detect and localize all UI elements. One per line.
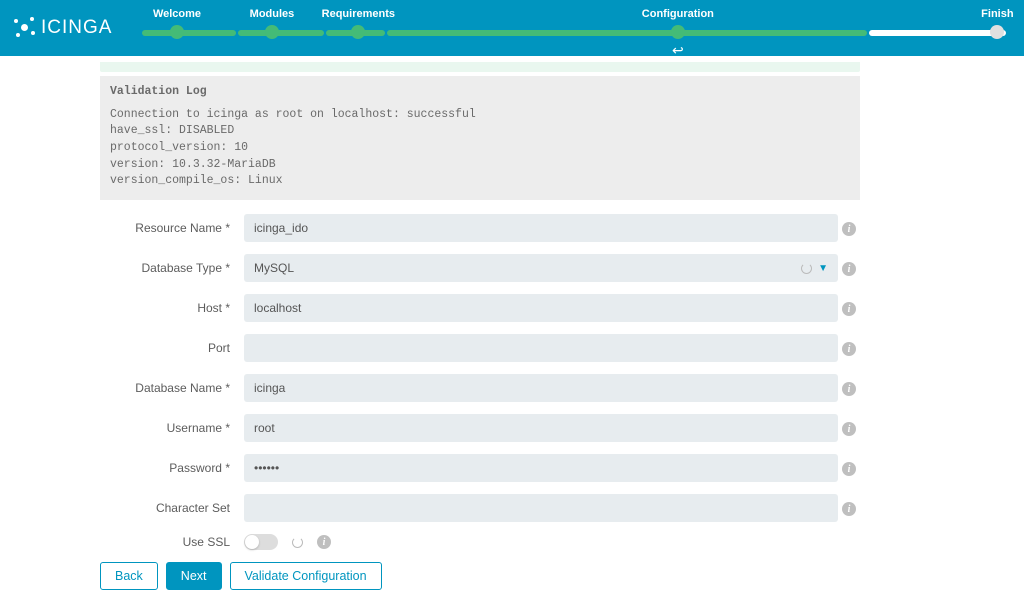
password-input[interactable]: [244, 454, 838, 482]
step-modules[interactable]: Modules: [250, 8, 295, 20]
character-set-label: Character Set: [100, 501, 244, 515]
info-icon[interactable]: i: [842, 222, 856, 236]
database-type-value: MySQL: [254, 261, 294, 275]
logo-icon: [14, 17, 36, 39]
database-type-label: Database Type *: [100, 261, 244, 275]
resource-name-label: Resource Name *: [100, 221, 244, 235]
validation-log-title: Validation Log: [110, 84, 850, 101]
database-name-label: Database Name *: [100, 381, 244, 395]
loading-icon: [801, 263, 812, 274]
next-button[interactable]: Next: [166, 562, 222, 590]
username-label: Username *: [100, 421, 244, 435]
info-icon[interactable]: i: [842, 302, 856, 316]
info-icon[interactable]: i: [842, 262, 856, 276]
step-finish[interactable]: Finish: [981, 8, 1013, 20]
info-icon[interactable]: i: [842, 462, 856, 476]
database-name-input[interactable]: [244, 374, 838, 402]
validation-log-line: have_ssl: DISABLED: [110, 123, 850, 140]
step-node-requirements: [351, 25, 365, 39]
validation-log-line: version_compile_os: Linux: [110, 173, 850, 190]
back-button[interactable]: Back: [100, 562, 158, 590]
info-icon[interactable]: i: [842, 502, 856, 516]
validation-log-line: protocol_version: 10: [110, 140, 850, 157]
validation-log-line: Connection to icinga as root on localhos…: [110, 107, 850, 124]
step-requirements[interactable]: Requirements: [322, 8, 395, 20]
port-input[interactable]: [244, 334, 838, 362]
info-icon[interactable]: i: [842, 382, 856, 396]
step-configuration[interactable]: Configuration: [642, 8, 714, 20]
info-icon[interactable]: i: [317, 535, 331, 549]
step-welcome[interactable]: Welcome: [153, 8, 201, 20]
validation-log: Validation Log Connection to icinga as r…: [100, 76, 860, 200]
database-type-select[interactable]: MySQL ▼: [244, 254, 838, 282]
info-icon[interactable]: i: [842, 342, 856, 356]
step-node-welcome: [170, 25, 184, 39]
loading-icon: [292, 537, 303, 548]
username-input[interactable]: [244, 414, 838, 442]
brand-logo: ICINGA: [14, 17, 112, 39]
return-icon: ↩: [672, 42, 684, 59]
host-label: Host *: [100, 301, 244, 315]
success-strip: [100, 62, 860, 72]
button-row: Back Next Validate Configuration: [100, 562, 860, 590]
validation-log-line: version: 10.3.32-MariaDB: [110, 157, 850, 174]
port-label: Port: [100, 341, 244, 355]
resource-name-input[interactable]: [244, 214, 838, 242]
character-set-input[interactable]: [244, 494, 838, 522]
step-node-modules: [265, 25, 279, 39]
chevron-down-icon: ▼: [818, 263, 828, 274]
top-bar: ICINGA Welcome Modules Requirements Conf…: [0, 0, 1024, 56]
main-content: Validation Log Connection to icinga as r…: [100, 56, 860, 590]
step-node-configuration: [671, 25, 685, 39]
use-ssl-label: Use SSL: [100, 535, 244, 549]
info-icon[interactable]: i: [842, 422, 856, 436]
brand-text: ICINGA: [41, 17, 112, 39]
db-resource-form: Resource Name * i Database Type * MySQL …: [100, 214, 860, 550]
host-input[interactable]: [244, 294, 838, 322]
step-node-finish: [990, 25, 1004, 39]
password-label: Password *: [100, 461, 244, 475]
validate-configuration-button[interactable]: Validate Configuration: [230, 562, 382, 590]
use-ssl-toggle[interactable]: [244, 534, 278, 550]
wizard-stepper: Welcome Modules Requirements Configurati…: [142, 8, 1006, 48]
